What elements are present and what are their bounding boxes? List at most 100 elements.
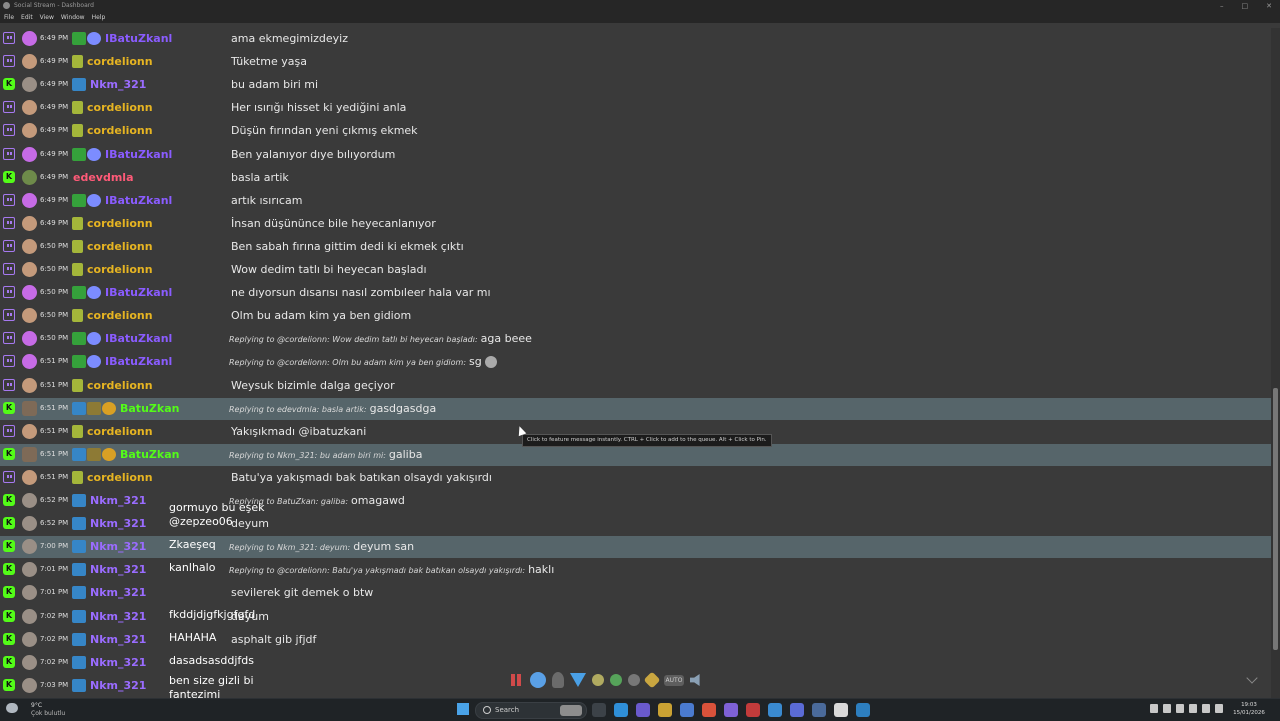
folder-icon[interactable] [658,703,672,717]
task-view-icon[interactable] [592,703,606,717]
taskbar-search[interactable]: Search [475,702,587,719]
scrollbar-thumb[interactable] [1273,388,1278,650]
avatar[interactable] [22,516,37,531]
volume-icon[interactable] [1202,704,1210,713]
recycle-icon[interactable] [610,674,622,686]
chat-list[interactable]: 6:49 PM IBatuZkanl ama ekmegimizdeyiz 6:49 … [0,28,1271,698]
username[interactable]: cordelionn [87,309,153,322]
edge-icon[interactable] [614,703,628,717]
chat-message-row[interactable]: 6:51 PM IBatuZkanl Replying to @cordelionn… [0,351,1271,373]
username[interactable]: Nkm_321 [90,586,146,599]
avatar[interactable] [22,401,37,416]
username[interactable]: Nkm_321 [90,517,146,530]
avatar[interactable] [22,632,37,647]
avatar[interactable] [22,585,37,600]
minimize-icon[interactable]: – [1220,2,1224,10]
menu-file[interactable]: File [4,14,14,21]
avatar[interactable] [22,31,37,46]
store-icon[interactable] [680,703,694,717]
avatar[interactable] [22,285,37,300]
username[interactable]: Nkm_321 [90,679,146,692]
username[interactable]: cordelionn [87,379,153,392]
avatar[interactable] [22,470,37,485]
app-red-icon[interactable] [746,703,760,717]
username[interactable]: Nkm_321 [90,610,146,623]
avatar[interactable] [22,262,37,277]
username[interactable]: IBatuZkanl [105,194,172,207]
avatar[interactable] [22,424,37,439]
chat-message-row[interactable]: 6:49 PM cordelionn İnsan düşününce bile he… [0,213,1271,235]
username[interactable]: BatuZkan [120,402,179,415]
chat-message-row[interactable]: 6:49 PM cordelionn Her ısırığı hisset ki y… [0,97,1271,119]
app-window-icon[interactable] [812,703,826,717]
username[interactable]: IBatuZkanl [105,286,172,299]
username[interactable]: cordelionn [87,425,153,438]
avatar[interactable] [22,493,37,508]
avatar[interactable] [22,123,37,138]
avatar[interactable] [22,77,37,92]
app-blue-icon[interactable] [768,703,782,717]
avatar[interactable] [22,678,37,693]
auto-button[interactable]: AUTO [664,674,684,686]
taskbar-clock[interactable]: 19:03 15/01/2026 [1227,701,1271,717]
chat-message-row[interactable]: 6:50 PM IBatuZkanl Replying to @cordelionn… [0,328,1271,350]
username[interactable]: cordelionn [87,217,153,230]
avatar[interactable] [22,609,37,624]
avatar[interactable] [22,239,37,254]
wifi-icon[interactable] [1189,704,1197,713]
username[interactable]: Nkm_321 [90,78,146,91]
app-diamond-icon[interactable] [790,703,804,717]
username[interactable]: Nkm_321 [90,633,146,646]
avatar[interactable] [22,216,37,231]
username[interactable]: cordelionn [87,101,153,114]
avatar[interactable] [22,308,37,323]
windows-start-icon[interactable] [457,703,469,715]
username[interactable]: edevdmla [73,171,134,184]
chat-scrollbar[interactable] [1271,28,1280,698]
username[interactable]: IBatuZkanl [105,355,172,368]
bell-icon[interactable] [552,672,564,688]
chat-message-row[interactable]: 6:49 PM cordelionn Düşün fırından yeni çık… [0,120,1271,142]
avatar[interactable] [22,539,37,554]
app-white-icon[interactable] [834,703,848,717]
chat-message-row[interactable]: 6:51 PM cordelionn Batu'ya yakışmadı bak b… [0,467,1271,489]
chrome-icon[interactable] [702,703,716,717]
username[interactable]: Nkm_321 [90,540,146,553]
menu-help[interactable]: Help [92,14,106,21]
circle-icon[interactable] [628,674,640,686]
chat-message-row[interactable]: 6:49 PM IBatuZkanl ama ekmegimizdeyiz [0,28,1271,50]
broom-icon[interactable] [643,671,661,689]
chat-message-row[interactable]: 6:51 PM BatuZkan Replying to Nkm_321: bu a… [0,444,1271,466]
discord-icon[interactable] [724,703,738,717]
avatar[interactable] [22,170,37,185]
username[interactable]: Nkm_321 [90,656,146,669]
username[interactable]: cordelionn [87,263,153,276]
chat-message-row[interactable]: 6:50 PM cordelionn Olm bu adam kim ya ben … [0,305,1271,327]
chat-message-row[interactable]: 6:49 PM cordelionn Tüketme yaşa [0,51,1271,73]
chevron-down-icon[interactable] [1246,673,1260,687]
username[interactable]: IBatuZkanl [105,148,172,161]
avatar[interactable] [22,655,37,670]
avatar[interactable] [22,147,37,162]
username[interactable]: IBatuZkanl [105,332,172,345]
chat-message-row[interactable]: 6:49 PM IBatuZkanl Ben yalanıyor dıye bılı… [0,144,1271,166]
emoji-icon[interactable] [592,674,604,686]
username[interactable]: BatuZkan [120,448,179,461]
chat-message-row[interactable]: 6:50 PM cordelionn Wow dedim tatlı bi heye… [0,259,1271,281]
username[interactable]: IBatuZkanl [105,32,172,45]
chat-message-row[interactable]: 6:49 PM edevdmla basla artik [0,167,1271,189]
username[interactable]: Nkm_321 [90,494,146,507]
tray-display-icon[interactable] [1176,704,1184,713]
username[interactable]: cordelionn [87,471,153,484]
maximize-icon[interactable]: □ [1242,2,1249,10]
username[interactable]: Nkm_321 [90,563,146,576]
avatar[interactable] [22,331,37,346]
avatar[interactable] [22,562,37,577]
chat-message-row[interactable]: 7:01 PM Nkm_321 sevilerek git demek o btw [0,582,1271,604]
tray-app-icon[interactable] [1163,704,1171,713]
speaker-icon[interactable] [690,674,700,686]
menu-window[interactable]: Window [61,14,85,21]
chat-bubble-icon[interactable] [530,672,546,688]
steam-icon[interactable] [856,703,870,717]
avatar[interactable] [22,100,37,115]
